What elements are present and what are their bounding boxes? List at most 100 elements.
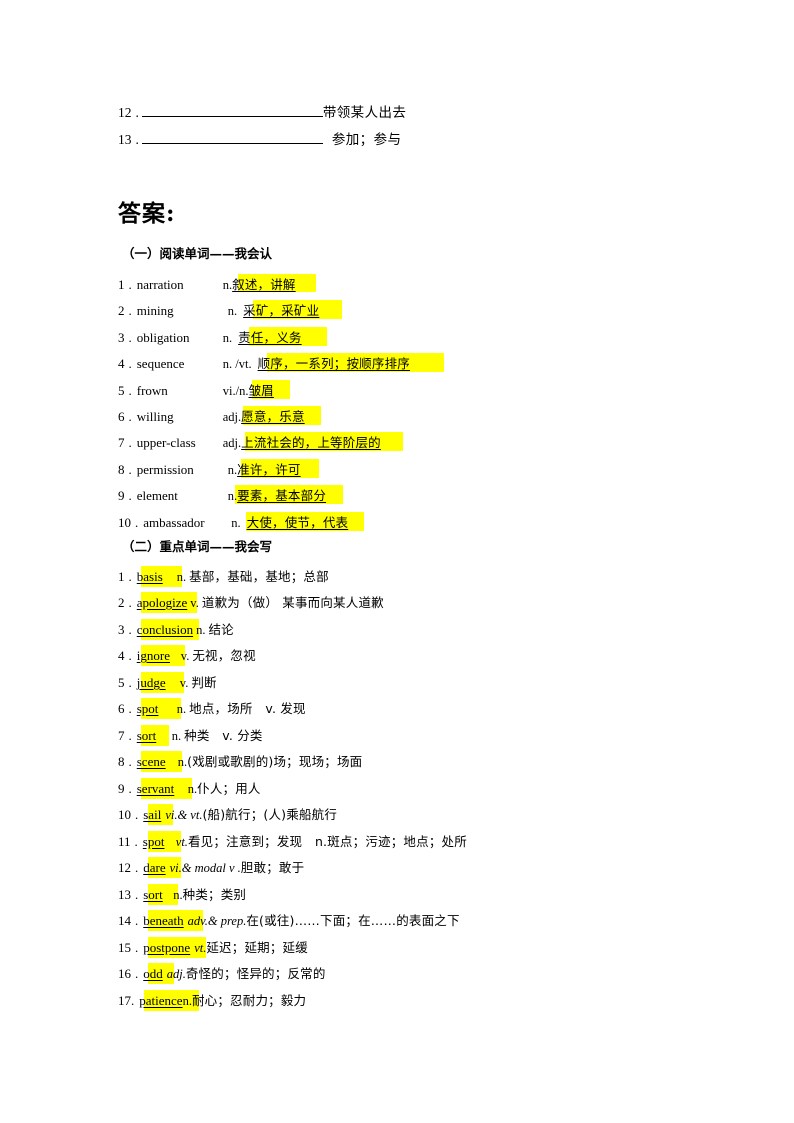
item-number: 12 (118, 105, 132, 120)
vocab-definition: 耐心；忍耐力；毅力 (191, 993, 307, 1008)
item-number-dot: . (128, 356, 132, 371)
item-number-dot: . (135, 887, 139, 902)
item-number: 12 (118, 860, 131, 875)
vocab-row: 5. judge v. 判断 (118, 673, 217, 693)
part-of-speech: n. (227, 463, 238, 477)
vocab-definition: (船)航行；(人)乘船航行 (202, 807, 338, 822)
item-number-dot: . (128, 754, 132, 769)
item-number: 8 (118, 462, 125, 477)
part-of-speech: n. (176, 570, 187, 584)
vocab-row: 6. spot n. 地点，场所 v. 发现 (118, 699, 306, 719)
item-number-dot: . (128, 488, 132, 503)
item-number-dot: . (131, 993, 135, 1008)
vocab-definition: 基部，基础，基地；总部 (189, 569, 329, 584)
item-number-dot: . (128, 701, 132, 716)
vocab-row: 10. ambassador n. 大使，使节，代表 (118, 513, 348, 533)
part-of-speech: n. (182, 994, 192, 1008)
vocab-word: scene (136, 754, 166, 769)
vocab-word: dare (143, 860, 166, 875)
vocab-definition: 结论 (208, 622, 234, 637)
item-meaning: 参加；参与 (331, 132, 402, 148)
vocab-word: conclusion (136, 622, 194, 637)
vocab-word: sort (143, 887, 163, 902)
vocab-definition: 采矿，采矿业 (243, 303, 320, 318)
vocab-row: 5. frown vi./n.皱眉 (118, 381, 274, 401)
item-number: 3 (118, 622, 125, 637)
part-of-speech: n. (231, 516, 241, 530)
vocab-word: odd (143, 966, 163, 981)
part-of-speech: v. (190, 596, 199, 610)
vocab-definition: 上流社会的，上等阶层的 (241, 435, 381, 450)
part-of-speech: vi./n. (222, 384, 249, 398)
vocab-word: beneath (143, 913, 184, 928)
item-number: 8 (118, 754, 125, 769)
vocab-definition: 责任，义务 (238, 330, 302, 345)
vocab-row: 1. basis n. 基部，基础，基地；总部 (118, 567, 329, 587)
vocab-row: 17. patiencen.耐心；忍耐力；毅力 (118, 991, 306, 1011)
part-of-speech: n. (196, 623, 206, 637)
vocab-definition: 准许，许可 (237, 462, 301, 477)
answer-blank-line[interactable] (141, 130, 323, 144)
item-number-dot: . (128, 277, 132, 292)
fill-in-blank-row: 13. 参加；参与 (118, 130, 401, 150)
vocab-word: patience (139, 993, 183, 1008)
part-of-speech: adj. (222, 410, 242, 424)
item-number-dot: . (128, 569, 132, 584)
part-of-speech: n. (171, 729, 182, 743)
item-number: 13 (118, 132, 132, 147)
item-number-dot: . (128, 781, 132, 796)
vocab-definition: 种类 v. 分类 (184, 728, 263, 743)
vocab-row: 14. beneath adv.& prep.在(或往)……下面；在……的表面之下 (118, 911, 460, 931)
section-heading-key-words: （二）重点单词——我会写 (122, 539, 273, 554)
vocab-definition: 大使，使节，代表 (246, 515, 349, 530)
vocab-word: willing (136, 409, 174, 424)
item-number: 14 (118, 913, 131, 928)
vocab-row: 8. scene n.(戏剧或歌剧的)场；现场；场面 (118, 752, 362, 772)
vocab-row: 15. postpone vt.延迟；延期；延缓 (118, 938, 308, 958)
item-number: 9 (118, 781, 125, 796)
part-of-speech: n. (222, 331, 233, 345)
vocab-word: obligation (136, 330, 190, 345)
item-number: 6 (118, 701, 125, 716)
vocab-word: ignore (136, 648, 170, 663)
part-of-speech: v. (179, 676, 189, 690)
vocab-row: 9. element n.要素，基本部分 (118, 486, 326, 506)
vocab-definition: 种类；类别 (182, 887, 247, 902)
item-number: 17 (118, 993, 131, 1008)
item-number: 15 (118, 940, 131, 955)
item-number: 2 (118, 303, 125, 318)
vocab-row: 16. odd adj.奇怪的；怪异的；反常的 (118, 964, 326, 984)
section-heading-reading-words: （一）阅读单词——我会认 (122, 246, 273, 261)
item-number: 7 (118, 435, 125, 450)
item-number: 16 (118, 966, 131, 981)
part-of-speech: n. (177, 755, 188, 769)
item-number-dot: . (135, 515, 139, 530)
vocab-definition: 胆敢；敢于 (240, 860, 305, 875)
part-of-speech: n. (222, 278, 233, 292)
vocab-word: apologize (136, 595, 188, 610)
part-of-speech: n. (187, 782, 198, 796)
item-number-dot: . (128, 330, 132, 345)
part-of-speech: n. (176, 702, 187, 716)
vocab-definition: 叙述，讲解 (232, 277, 296, 292)
item-number-dot: . (135, 940, 139, 955)
part-of-speech: vi.& vt. (165, 808, 203, 822)
part-of-speech: n. (173, 888, 183, 902)
vocab-definition: 判断 (191, 675, 217, 690)
vocab-row: 10. sail vi.& vt.(船)航行；(人)乘船航行 (118, 805, 337, 825)
part-of-speech: adj. (166, 967, 186, 981)
item-number: 13 (118, 887, 131, 902)
item-number-dot: . (128, 728, 132, 743)
vocab-word: frown (136, 383, 168, 398)
item-number-dot: . (134, 834, 138, 849)
part-of-speech: v. (180, 649, 190, 663)
item-number: 5 (118, 383, 125, 398)
vocab-word: servant (136, 781, 175, 796)
vocab-word: sequence (136, 356, 185, 371)
item-number: 3 (118, 330, 125, 345)
item-number: 10 (118, 807, 131, 822)
item-number-dot: . (128, 622, 132, 637)
vocab-definition: 在(或往)……下面；在……的表面之下 (246, 913, 460, 928)
answer-blank-line[interactable] (141, 103, 323, 117)
vocab-word: narration (136, 277, 184, 292)
